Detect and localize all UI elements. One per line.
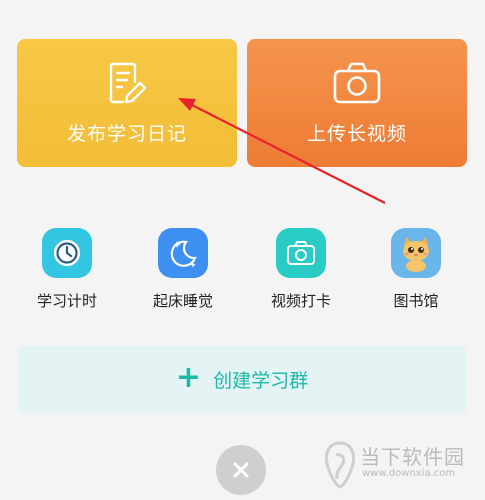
tool-label: 图书馆 (393, 292, 439, 310)
close-icon (233, 462, 249, 478)
tool-study-timer[interactable]: 学习计时 (17, 228, 117, 311)
create-study-group-label: 创建学习群 (213, 370, 309, 392)
tool-label: 起床睡觉 (152, 292, 213, 310)
moon-stars-icon (158, 228, 208, 278)
tool-sleep-wake[interactable]: 起床睡觉 (133, 228, 233, 311)
publish-diary-card[interactable]: 发布学习日记 (17, 39, 237, 167)
tool-library[interactable]: 图书馆 (366, 228, 466, 311)
tool-label: 视频打卡 (270, 292, 331, 310)
upload-video-card[interactable]: 上传长视频 (247, 39, 467, 167)
publish-diary-label: 发布学习日记 (66, 122, 187, 145)
watermark-logo-icon (325, 441, 355, 489)
edit-document-icon (109, 62, 147, 103)
watermark-url: www.downxia.com (362, 468, 456, 479)
watermark-text: 当下软件园 (360, 445, 465, 469)
watermark: 当下软件园 www.downxia.com (322, 437, 482, 497)
plus-icon: + (175, 360, 202, 395)
cat-mascot-icon (391, 228, 441, 278)
close-button[interactable] (216, 445, 266, 495)
tool-label: 学习计时 (36, 292, 97, 310)
clock-icon (42, 228, 92, 278)
camera-icon (333, 62, 381, 103)
tool-shortcuts: 学习计时 起床睡觉 视频打卡 图书馆 (0, 228, 485, 318)
camera-icon (276, 228, 326, 278)
upload-video-label: 上传长视频 (306, 122, 407, 145)
tool-video-checkin[interactable]: 视频打卡 (251, 228, 351, 311)
create-study-group-button[interactable]: + 创建学习群 (17, 346, 467, 413)
